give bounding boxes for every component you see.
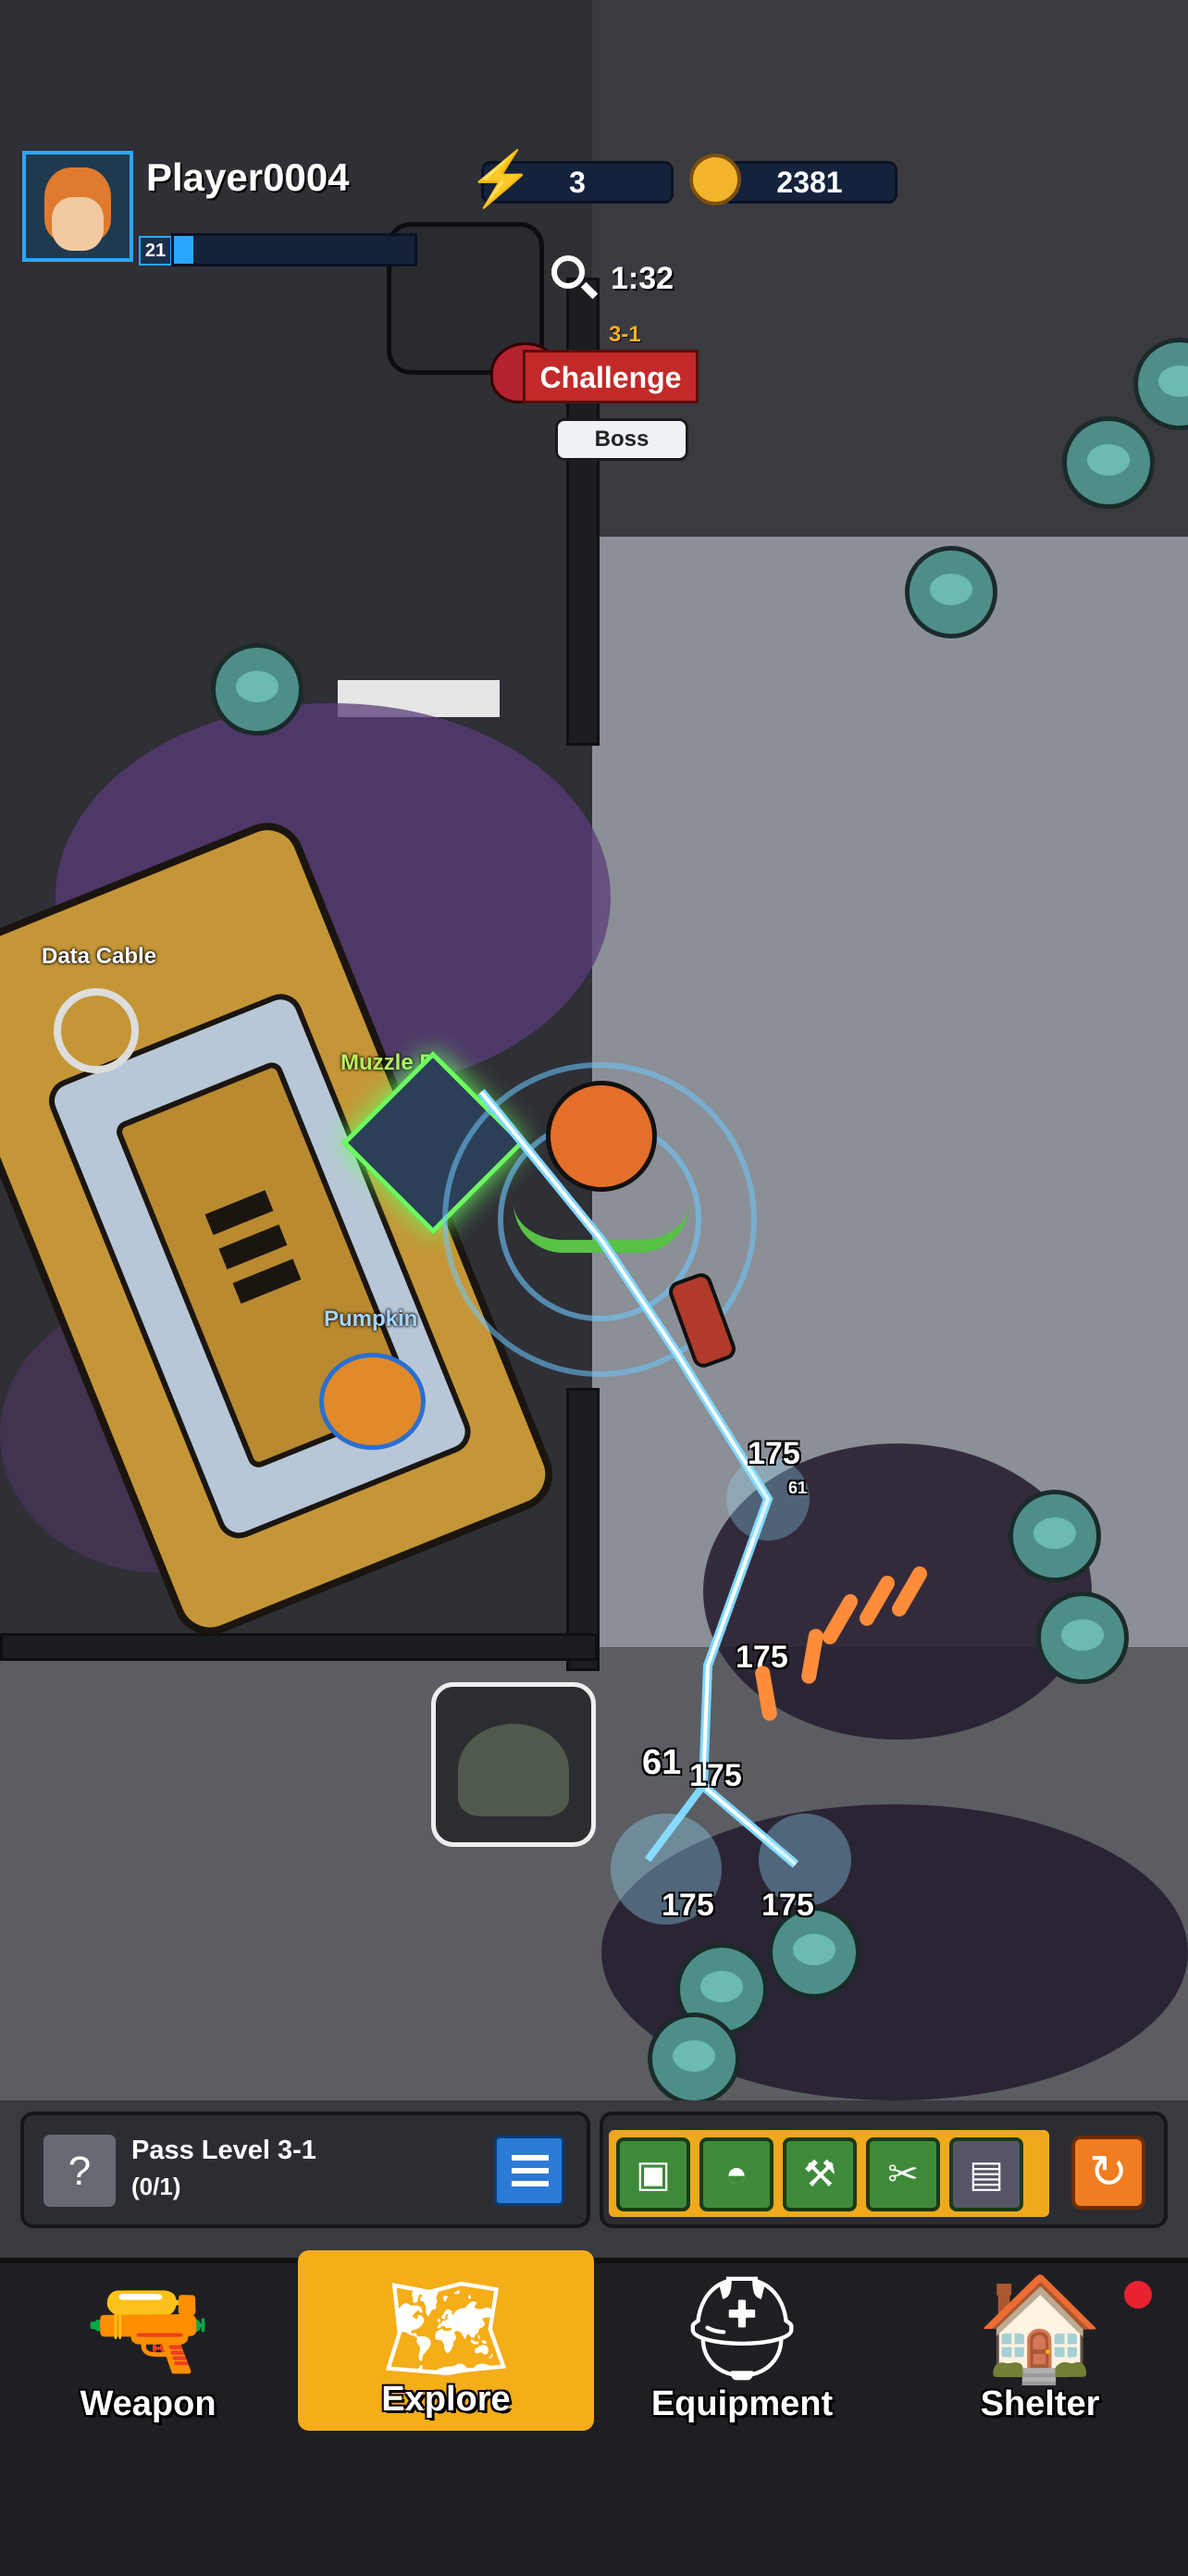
magnifier-icon [551,255,585,289]
quest-list-button[interactable] [494,2136,564,2206]
quest-progress: (0/1) [131,2173,181,2200]
xp-bar [171,233,417,266]
player-level-badge: 21 [139,236,172,266]
player-avatar[interactable] [22,151,133,262]
quest-title: Pass Level 3-1 [131,2136,316,2165]
skill-slot-armor-icon[interactable]: ▣ [616,2137,690,2211]
player-name: Player0004 [146,155,350,199]
damage-number: 61 [642,1743,682,1782]
nav-equipment[interactable]: ⛑ Equipment [603,2250,881,2435]
damage-number: 175 [761,1888,814,1923]
damage-number: 61 [788,1479,808,1497]
nav-weapon[interactable]: 🔫 Weapon [9,2250,287,2435]
damage-number: 175 [748,1436,800,1471]
nav-shelter[interactable]: 🏠 Shelter [901,2250,1179,2435]
damage-number: 175 [689,1758,742,1793]
game-field[interactable]: Data Cable Muzzle P Pumpkin 175 61 175 6… [0,0,1188,2100]
timer: 1:32 [611,261,674,296]
helmet-icon: ⛑ [677,2272,807,2385]
skill-slot-shears-icon[interactable]: ✂ [866,2137,940,2211]
notification-dot [1124,2281,1152,2309]
revolver-icon: 🔫 [84,2272,212,2385]
lightning-beam [477,1088,851,1925]
skill-panel: ▣ ◓ ⚒ ✂ ▤ ↻ [600,2112,1168,2228]
nav-explore[interactable]: 🗺 Explore [298,2250,594,2431]
shelter-icon: 🏠 [976,2272,1104,2385]
nav-weapon-label: Weapon [80,2384,217,2423]
skill-slot-helmet-icon[interactable]: ◓ [699,2137,773,2211]
xp-fill [174,236,193,264]
skill-slot-jar-icon[interactable]: ▤ [949,2137,1023,2211]
damage-number: 175 [662,1888,714,1923]
stage-label: 3-1 [609,322,641,347]
nav-explore-label: Explore [381,2380,511,2419]
challenge-button[interactable]: Challenge [523,350,699,403]
nav-shelter-label: Shelter [980,2384,1100,2423]
quest-panel[interactable]: ? Pass Level 3-1 (0/1) [20,2112,590,2228]
boss-button[interactable]: Boss [555,418,688,461]
skill-slot-hammer-icon[interactable]: ⚒ [783,2137,857,2211]
coin-pill[interactable]: 2381 [722,161,897,204]
map-icon: 🗺 [381,2272,511,2385]
nav-equipment-label: Equipment [650,2384,834,2423]
refresh-button[interactable]: ↻ [1071,2136,1145,2210]
energy-bolt-icon: ⚡ [467,149,535,209]
coin-icon [689,154,741,205]
quest-mystery-icon: ? [41,2132,118,2210]
coin-value: 2381 [776,166,843,199]
